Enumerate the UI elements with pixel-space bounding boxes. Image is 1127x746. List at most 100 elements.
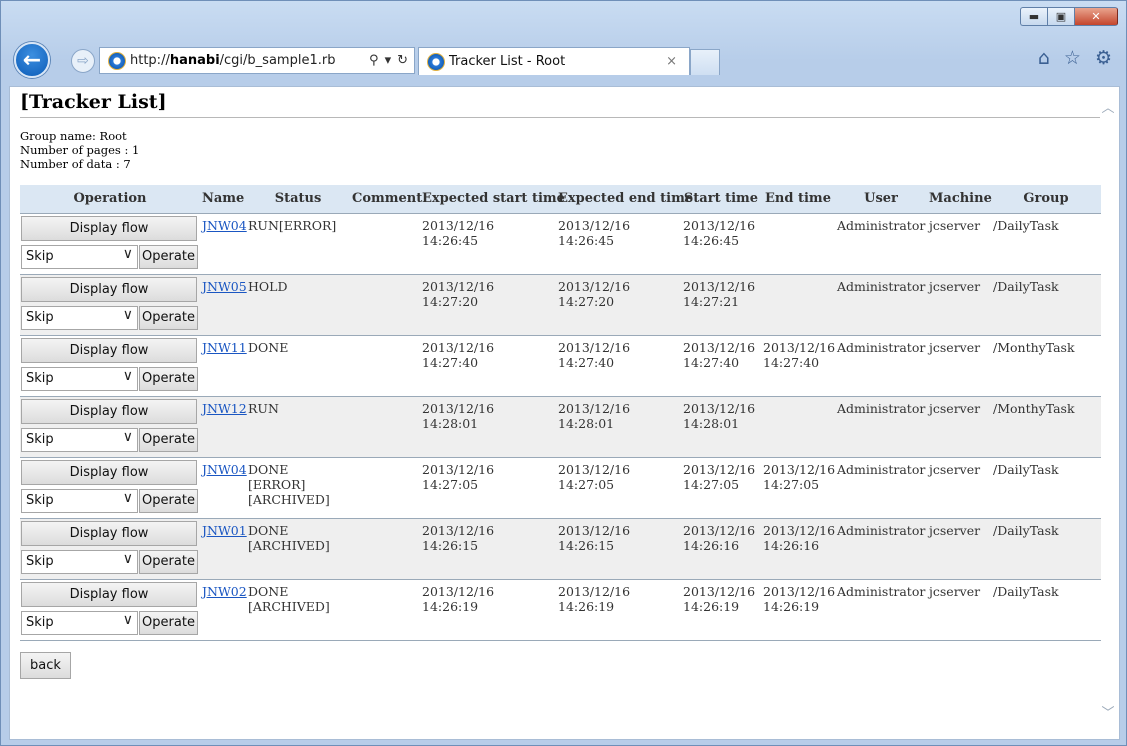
start-cell: 2013/12/16 14:27:21 — [681, 274, 761, 336]
job-name-cell: JNW04 — [200, 213, 247, 275]
new-tab-button[interactable] — [690, 49, 720, 75]
gear-icon[interactable]: ⚙ — [1095, 47, 1112, 69]
tab-tracker-list[interactable]: Tracker List - Root × — [418, 47, 690, 75]
display-flow-button[interactable]: Display flow — [21, 398, 197, 424]
search-icon[interactable]: ⚲ — [369, 53, 379, 68]
title-divider — [20, 117, 1100, 118]
operation-select[interactable]: Skip ∨ — [21, 488, 138, 513]
operation-cell: Display flow Skip ∨ Operate — [20, 518, 200, 580]
back-button[interactable]: back — [20, 652, 71, 679]
operation-select[interactable]: Skip ∨ — [21, 549, 138, 574]
group-cell: /DailyTask — [991, 518, 1101, 580]
dropdown-icon[interactable]: ▾ — [385, 53, 392, 68]
status-cell: RUN — [246, 396, 350, 458]
user-cell: Administrator — [835, 396, 927, 458]
window-controls: ▬ ▣ ✕ — [1020, 7, 1118, 26]
comment-cell — [350, 213, 420, 275]
status-cell: DONE [ERROR] [ARCHIVED] — [246, 457, 350, 519]
back-icon[interactable]: ← — [14, 42, 50, 78]
job-name-cell: JNW04 — [200, 457, 247, 519]
display-flow-button[interactable]: Display flow — [21, 337, 197, 363]
machine-cell: jcserver — [927, 396, 991, 458]
chevron-down-icon: ∨ — [122, 367, 133, 384]
user-cell: Administrator — [835, 457, 927, 519]
operation-select[interactable]: Skip ∨ — [21, 305, 138, 330]
machine-cell: jcserver — [927, 518, 991, 580]
header-group: Group — [991, 185, 1101, 214]
refresh-icon[interactable]: ↻ — [397, 53, 408, 68]
operate-button[interactable]: Operate — [139, 366, 198, 391]
operation-cell: Display flow Skip ∨ Operate — [20, 396, 200, 458]
job-name-link[interactable]: JNW04 — [202, 218, 247, 233]
header-status: Status — [246, 185, 350, 214]
display-flow-button[interactable]: Display flow — [21, 459, 197, 485]
table-header-row: Operation Name Status Comment Expected s… — [20, 185, 1101, 214]
forward-icon[interactable]: ⇨ — [71, 49, 95, 73]
status-cell: DONE [ARCHIVED] — [246, 518, 350, 580]
list-meta: Group name: Root Number of pages : 1 Num… — [20, 129, 139, 171]
page-viewport: ︿ ﹀ [Tracker List] Group name: Root Numb… — [9, 86, 1120, 740]
job-name-link[interactable]: JNW05 — [202, 279, 247, 294]
operation-select[interactable]: Skip ∨ — [21, 610, 138, 635]
operation-select-value: Skip — [26, 432, 54, 447]
job-name-link[interactable]: JNW04 — [202, 462, 247, 477]
display-flow-button[interactable]: Display flow — [21, 276, 197, 302]
machine-cell: jcserver — [927, 213, 991, 275]
close-window-button[interactable]: ✕ — [1074, 7, 1118, 26]
operation-controls: Skip ∨ Operate — [21, 488, 199, 513]
operation-select-value: Skip — [26, 371, 54, 386]
operation-select-value: Skip — [26, 493, 54, 508]
job-name-link[interactable]: JNW01 — [202, 523, 247, 538]
browser-toolbar-right: ⌂ ☆ ⚙ — [1038, 47, 1112, 69]
minimize-button[interactable]: ▬ — [1020, 7, 1047, 26]
tab-title: Tracker List - Root — [449, 54, 566, 69]
exp-start-cell: 2013/12/16 14:27:40 — [420, 335, 556, 397]
home-icon[interactable]: ⌂ — [1038, 47, 1050, 69]
operate-button[interactable]: Operate — [139, 427, 198, 452]
user-cell: Administrator — [835, 579, 927, 641]
scroll-down-icon[interactable]: ﹀ — [1101, 702, 1115, 721]
address-tools: ⚲ ▾ ↻ — [369, 53, 408, 68]
header-end-time: End time — [761, 185, 835, 214]
address-bar[interactable]: http://hanabi/cgi/b_sample1.rb ⚲ ▾ ↻ — [99, 47, 415, 74]
display-flow-button[interactable]: Display flow — [21, 520, 197, 546]
operate-button[interactable]: Operate — [139, 305, 198, 330]
user-cell: Administrator — [835, 335, 927, 397]
address-url[interactable]: http://hanabi/cgi/b_sample1.rb — [130, 53, 335, 68]
operation-select[interactable]: Skip ∨ — [21, 366, 138, 391]
browser-window: ▬ ▣ ✕ ← ⇨ http://hanabi/cgi/b_sample1.rb… — [0, 0, 1127, 746]
start-cell: 2013/12/16 14:26:16 — [681, 518, 761, 580]
table-row: Display flow Skip ∨ Operate JNW11 DONE 2013/12… — [20, 335, 1101, 397]
display-flow-button[interactable]: Display flow — [21, 215, 197, 241]
operate-button[interactable]: Operate — [139, 610, 198, 635]
operate-button[interactable]: Operate — [139, 488, 198, 513]
table-row: Display flow Skip ∨ Operate JNW01 DONE [ARCHI… — [20, 518, 1101, 580]
exp-start-cell: 2013/12/16 14:26:45 — [420, 213, 556, 275]
display-flow-button[interactable]: Display flow — [21, 581, 197, 607]
table-row: Display flow Skip ∨ Operate JNW02 DONE [ARCHI… — [20, 579, 1101, 641]
operation-cell: Display flow Skip ∨ Operate — [20, 457, 200, 519]
job-name-link[interactable]: JNW11 — [202, 340, 247, 355]
close-tab-icon[interactable]: × — [666, 54, 677, 69]
exp-start-cell: 2013/12/16 14:27:20 — [420, 274, 556, 336]
job-name-link[interactable]: JNW12 — [202, 401, 247, 416]
machine-cell: jcserver — [927, 579, 991, 641]
operate-button[interactable]: Operate — [139, 244, 198, 269]
maximize-button[interactable]: ▣ — [1047, 7, 1074, 26]
group-cell: /DailyTask — [991, 457, 1101, 519]
start-cell: 2013/12/16 14:26:45 — [681, 213, 761, 275]
exp-start-cell: 2013/12/16 14:28:01 — [420, 396, 556, 458]
job-name-cell: JNW02 — [200, 579, 247, 641]
scroll-up-icon[interactable]: ︿ — [1101, 97, 1115, 116]
operation-controls: Skip ∨ Operate — [21, 427, 199, 452]
favorites-icon[interactable]: ☆ — [1064, 47, 1081, 69]
table-row: Display flow Skip ∨ Operate JNW12 RUN 2013/12/… — [20, 396, 1101, 458]
operation-select[interactable]: Skip ∨ — [21, 244, 138, 269]
operation-cell: Display flow Skip ∨ Operate — [20, 579, 200, 641]
group-name-text: Group name: Root — [20, 129, 127, 143]
status-cell: HOLD — [246, 274, 350, 336]
operation-select[interactable]: Skip ∨ — [21, 427, 138, 452]
operate-button[interactable]: Operate — [139, 549, 198, 574]
job-name-link[interactable]: JNW02 — [202, 584, 247, 599]
operation-select-value: Skip — [26, 615, 54, 630]
